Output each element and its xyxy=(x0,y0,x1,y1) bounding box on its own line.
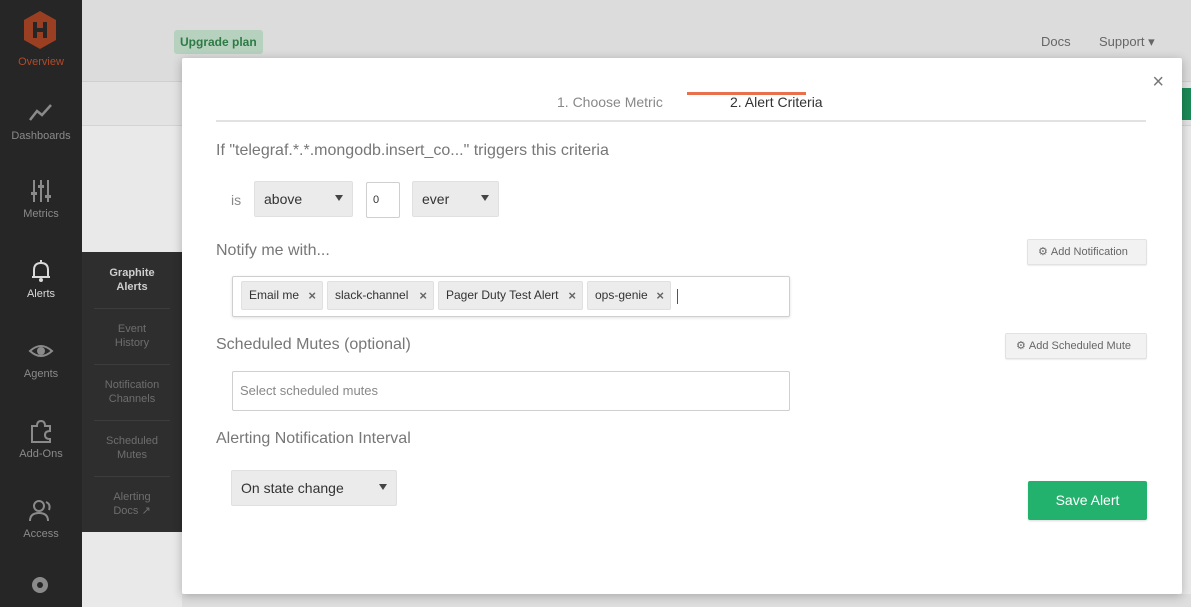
support-menu[interactable]: Support ▾ xyxy=(1099,34,1155,50)
users-icon xyxy=(29,500,51,522)
subnav-item-notification-channels[interactable]: Notification Channels xyxy=(82,378,182,406)
wizard-tabs: 1. Choose Metric 2. Alert Criteria xyxy=(216,86,1146,122)
criteria-title: If "telegraf.*.*.mongodb.insert_co..." t… xyxy=(216,142,609,159)
sidebar-item-access[interactable]: Access xyxy=(0,498,82,540)
notification-tags-input[interactable]: Email me × slack-channel × Pager Duty Te… xyxy=(232,276,790,317)
gear-icon: ⚙ xyxy=(1016,340,1026,352)
mutes-title: Scheduled Mutes (optional) xyxy=(216,336,411,353)
tab-alert-criteria[interactable]: 2. Alert Criteria xyxy=(730,94,823,122)
sidebar-item-label: Dashboards xyxy=(11,130,71,142)
save-alert-button[interactable]: Save Alert xyxy=(1028,481,1147,520)
caret-down-icon xyxy=(481,195,489,201)
sidebar-item-add-ons[interactable]: Add-Ons xyxy=(0,418,82,460)
sidebar-item-alerts[interactable]: Alerts xyxy=(0,258,82,300)
duration-select[interactable]: ever xyxy=(412,181,499,217)
background-table xyxy=(182,594,1191,607)
subnav-item-event-history[interactable]: Event History xyxy=(82,322,182,350)
is-label: is xyxy=(231,192,242,208)
interval-value: On state change xyxy=(241,480,344,496)
notification-tag-pagerduty: Pager Duty Test Alert × xyxy=(438,281,583,310)
notification-tag-slack: slack-channel × xyxy=(327,281,434,310)
subnav-item-scheduled-mutes[interactable]: Scheduled Mutes xyxy=(82,434,182,462)
scheduled-mutes-input[interactable]: Select scheduled mutes xyxy=(232,371,790,411)
text-cursor xyxy=(677,289,678,304)
upgrade-plan-button[interactable]: Upgrade plan xyxy=(174,30,263,54)
remove-tag-icon[interactable]: × xyxy=(419,282,427,309)
interval-select[interactable]: On state change xyxy=(231,470,397,506)
subnav-item-alerting-docs[interactable]: Alerting Docs ↗ xyxy=(82,490,182,518)
bell-icon xyxy=(32,260,50,282)
sidebar-item-label: Access xyxy=(23,528,59,540)
docs-link[interactable]: Docs xyxy=(1041,34,1071,49)
interval-title: Alerting Notification Interval xyxy=(216,430,411,447)
caret-down-icon xyxy=(379,484,387,490)
remove-tag-icon[interactable]: × xyxy=(568,282,576,309)
close-button[interactable]: × xyxy=(1152,72,1164,92)
caret-down-icon xyxy=(335,195,343,201)
sidebar-item-overview[interactable]: Overview xyxy=(0,56,82,68)
sidebar-item-label: Metrics xyxy=(23,208,59,220)
threshold-input[interactable]: 0 xyxy=(366,182,400,218)
puzzle-icon xyxy=(31,419,51,443)
sidebar-item-label: Add-Ons xyxy=(19,448,63,460)
sidebar-item-label: Overview xyxy=(18,56,64,68)
remove-tag-icon[interactable]: × xyxy=(308,282,316,309)
active-tab-indicator xyxy=(687,92,806,95)
sidebar-item-metrics[interactable]: Metrics xyxy=(0,178,82,220)
sidebar-item-agents[interactable]: Agents xyxy=(0,338,82,380)
comparison-select[interactable]: above xyxy=(254,181,353,217)
sidebar: Overview Dashboards Metrics Alerts Agent… xyxy=(0,0,82,607)
comparison-value: above xyxy=(264,191,303,207)
alert-modal: × 1. Choose Metric 2. Alert Criteria If … xyxy=(182,58,1182,594)
sidebar-item-label: Alerts xyxy=(26,288,56,300)
remove-tag-icon[interactable]: × xyxy=(656,282,664,309)
gear-icon[interactable] xyxy=(27,572,53,598)
background-action-button xyxy=(1181,88,1191,120)
add-scheduled-mute-button[interactable]: ⚙ Add Scheduled Mute xyxy=(1005,333,1147,359)
add-notification-button[interactable]: ⚙ Add Notification xyxy=(1027,239,1147,265)
gear-icon: ⚙ xyxy=(1038,246,1048,258)
notification-tag-email: Email me × xyxy=(241,281,323,310)
line-chart-icon xyxy=(29,104,52,121)
sidebar-item-label: Agents xyxy=(23,368,59,380)
subnav-item-graphite-alerts[interactable]: Graphite Alerts xyxy=(82,266,182,294)
eye-icon xyxy=(28,345,54,357)
alerts-subnav: Graphite Alerts Event History Notificati… xyxy=(82,252,182,532)
tab-choose-metric[interactable]: 1. Choose Metric xyxy=(557,94,663,122)
logo-hexagon-icon[interactable] xyxy=(22,10,58,50)
sidebar-item-dashboards[interactable]: Dashboards xyxy=(0,100,82,142)
notify-title: Notify me with... xyxy=(216,242,330,259)
duration-value: ever xyxy=(422,191,450,207)
notification-tag-opsgenie: ops-genie × xyxy=(587,281,671,310)
sliders-icon xyxy=(31,180,51,202)
